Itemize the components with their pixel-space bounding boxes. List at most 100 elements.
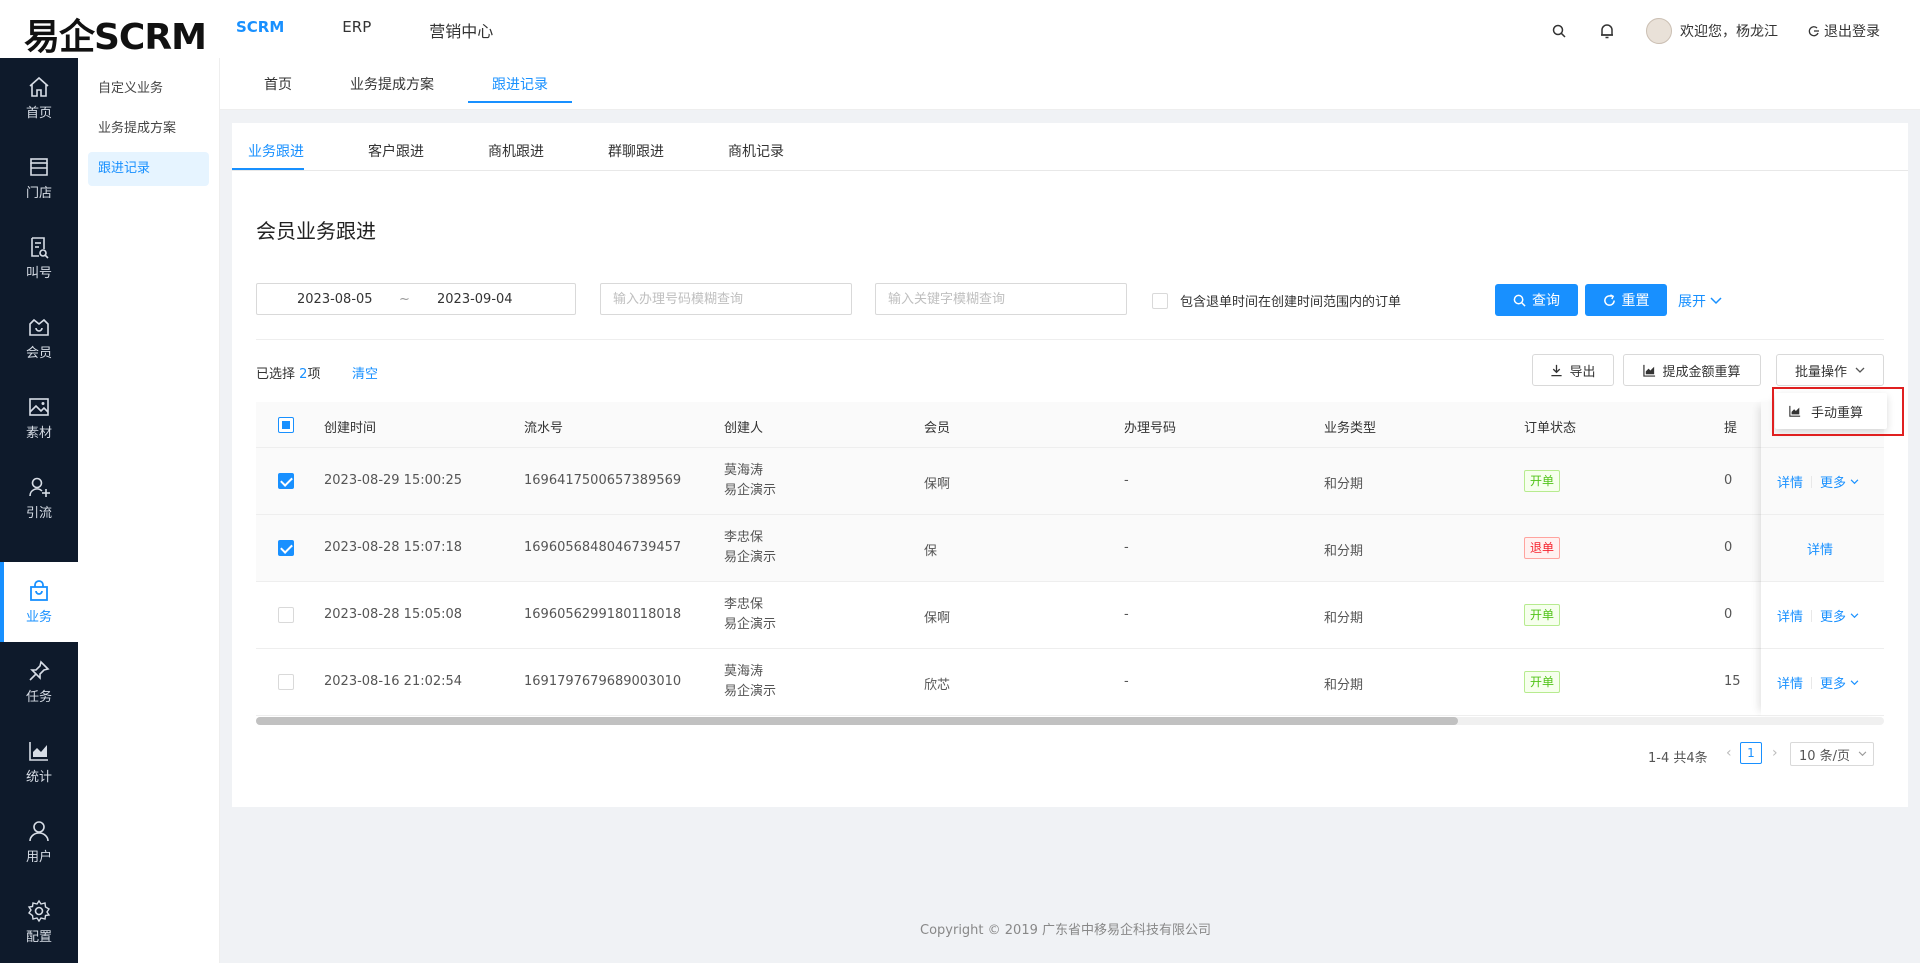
sidebar-item-settings[interactable]: 配置 <box>0 882 78 962</box>
horizontal-scrollbar[interactable] <box>256 717 1884 725</box>
include-refund-checkbox[interactable] <box>1152 292 1168 309</box>
cell-creator: 莫海涛 易企演示 <box>724 662 776 702</box>
cell-commission: 15 <box>1724 674 1741 689</box>
date-end[interactable]: 2023-09-04 <box>437 292 513 307</box>
detail-link[interactable]: 详情 <box>1777 673 1803 692</box>
table-row[interactable]: 2023-08-29 15:00:25 1696417500657389569 … <box>256 448 1884 515</box>
cell-member: 保 <box>924 544 938 559</box>
action-separator <box>1811 609 1813 622</box>
tab-opportunity-records[interactable]: 商机记录 <box>728 141 784 161</box>
tab-group-follow[interactable]: 群聊跟进 <box>608 141 664 161</box>
cell-serial: 1696417500657389569 <box>524 473 682 488</box>
tab-opportunity-follow[interactable]: 商机跟进 <box>488 141 544 161</box>
recalc-commission-button[interactable]: 提成金额重算 <box>1623 354 1761 386</box>
selection-suffix: 项 <box>307 367 321 382</box>
bell-icon[interactable] <box>1598 22 1616 40</box>
page-size-value: 10 条/页 <box>1799 748 1851 764</box>
cell-phone: - <box>1124 607 1129 622</box>
keyword-search-input[interactable] <box>875 283 1127 315</box>
sidebar-label: 素材 <box>25 426 52 441</box>
creator-org: 易企演示 <box>724 483 777 498</box>
date-range-picker[interactable]: 2023-08-05 ~ 2023-09-04 <box>256 283 576 315</box>
topnav-erp[interactable]: ERP <box>342 18 371 42</box>
select-all-checkbox[interactable] <box>278 417 294 433</box>
subnav-follow-records[interactable]: 跟进记录 <box>88 152 209 186</box>
next-page-button[interactable]: › <box>1772 745 1778 761</box>
cell-creator: 李忠保 易企演示 <box>724 595 776 635</box>
subnav-commission-plan[interactable]: 业务提成方案 <box>88 112 209 146</box>
scrollbar-thumb[interactable] <box>256 717 1458 725</box>
col-phone[interactable]: 办理号码 <box>1124 417 1176 436</box>
user-icon <box>29 821 49 842</box>
export-button[interactable]: 导出 <box>1532 354 1614 386</box>
sidebar-item-home[interactable]: 首页 <box>0 58 78 138</box>
phone-search-input[interactable] <box>600 283 852 315</box>
col-order-status[interactable]: 订单状态 <box>1524 417 1576 436</box>
col-created-time[interactable]: 创建时间 <box>324 417 376 436</box>
clear-selection-link[interactable]: 清空 <box>352 363 378 382</box>
app-logo[interactable]: 易企SCRM <box>24 8 207 60</box>
subnav-custom-business[interactable]: 自定义业务 <box>88 72 209 106</box>
table-row[interactable]: 2023-08-16 21:02:54 1691797679689003010 … <box>256 649 1884 716</box>
logout-button[interactable]: 退出登录 <box>1808 21 1880 41</box>
sidebar-item-traffic[interactable]: 引流 <box>0 458 78 538</box>
sidebar-label: 统计 <box>25 770 52 785</box>
sidebar-item-queue[interactable]: 叫号 <box>0 218 78 298</box>
sidebar-item-business[interactable]: 业务 <box>0 562 78 642</box>
cell-commission: 0 <box>1724 540 1733 555</box>
pagetab-commission[interactable]: 业务提成方案 <box>350 74 434 94</box>
batch-actions-button[interactable]: 批量操作 <box>1776 354 1884 386</box>
sidebar-item-material[interactable]: 素材 <box>0 378 78 458</box>
main-card: 业务跟进 客户跟进 商机跟进 群聊跟进 商机记录 会员业务跟进 2023-08-… <box>232 123 1908 807</box>
col-commission[interactable]: 提 <box>1724 417 1737 436</box>
row-actions: 详情 更多 <box>1777 606 1859 625</box>
sidebar-label: 叫号 <box>25 266 52 281</box>
col-member[interactable]: 会员 <box>924 417 950 436</box>
more-dropdown[interactable]: 更多 <box>1820 606 1859 625</box>
prev-page-button[interactable]: ‹ <box>1726 745 1732 761</box>
tab-business-follow[interactable]: 业务跟进 <box>248 141 304 161</box>
sidebar-label: 任务 <box>25 690 52 705</box>
more-dropdown[interactable]: 更多 <box>1820 472 1859 491</box>
sidebar-item-store[interactable]: 门店 <box>0 138 78 218</box>
query-button[interactable]: 查询 <box>1495 284 1578 316</box>
cell-created-time: 2023-08-16 21:02:54 <box>324 674 463 689</box>
sidebar-item-member[interactable]: 会员 <box>0 298 78 378</box>
table-row[interactable]: 2023-08-28 15:05:08 1696056299180118018 … <box>256 582 1884 649</box>
avatar[interactable] <box>1646 18 1672 44</box>
tab-customer-follow[interactable]: 客户跟进 <box>368 141 424 161</box>
row-checkbox[interactable] <box>278 674 294 690</box>
pagetab-follow-records[interactable]: 跟进记录 <box>492 74 548 94</box>
expand-toggle[interactable]: 展开 <box>1678 291 1722 311</box>
subtab-underline <box>232 168 304 170</box>
date-start[interactable]: 2023-08-05 <box>297 292 373 307</box>
col-creator[interactable]: 创建人 <box>724 417 763 436</box>
search-icon[interactable] <box>1550 22 1568 40</box>
pagetab-home[interactable]: 首页 <box>264 74 292 94</box>
sidebar-item-user[interactable]: 用户 <box>0 802 78 882</box>
sidebar-item-task[interactable]: 任务 <box>0 642 78 722</box>
detail-link[interactable]: 详情 <box>1807 539 1833 558</box>
detail-link[interactable]: 详情 <box>1777 472 1803 491</box>
export-label: 导出 <box>1569 364 1596 380</box>
col-business-type[interactable]: 业务类型 <box>1324 417 1376 436</box>
sidebar-label: 配置 <box>25 930 52 945</box>
table-header: 创建时间 流水号 创建人 会员 办理号码 业务类型 订单状态 提 <box>256 402 1884 448</box>
page-size-select[interactable]: 10 条/页 <box>1790 742 1874 766</box>
row-checkbox[interactable] <box>278 473 294 489</box>
sidebar-item-stats[interactable]: 统计 <box>0 722 78 802</box>
detail-link[interactable]: 详情 <box>1777 606 1803 625</box>
top-header: 易企SCRM SCRM ERP 营销中心 欢迎您，杨龙江 退出登录 <box>0 0 1920 58</box>
reset-button[interactable]: 重置 <box>1585 284 1667 316</box>
topnav-marketing[interactable]: 营销中心 <box>429 18 493 42</box>
col-serial[interactable]: 流水号 <box>524 417 563 436</box>
table-row[interactable]: 2023-08-28 15:07:18 1696056848046739457 … <box>256 515 1884 582</box>
row-checkbox[interactable] <box>278 540 294 556</box>
more-dropdown[interactable]: 更多 <box>1820 673 1859 692</box>
topnav-scrm[interactable]: SCRM <box>236 18 284 42</box>
row-checkbox[interactable] <box>278 607 294 623</box>
bag-icon <box>30 580 48 601</box>
page-number-button[interactable]: 1 <box>1740 742 1762 764</box>
section-title: 会员业务跟进 <box>256 219 376 243</box>
include-refund-filter[interactable]: 包含退单时间在创建时间范围内的订单 <box>1152 291 1401 310</box>
